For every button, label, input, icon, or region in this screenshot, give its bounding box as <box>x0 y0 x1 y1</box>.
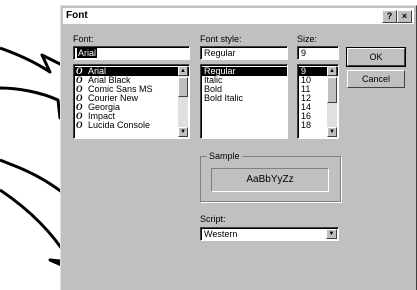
size-label: Size: <box>297 34 318 44</box>
scroll-up-icon[interactable]: ▲ <box>327 66 337 76</box>
sample-title: Sample <box>207 151 242 161</box>
font-item-label: Lucida Console <box>88 120 151 130</box>
font-list-scrollbar[interactable]: ▲ ▼ <box>178 66 188 137</box>
script-value: Western <box>204 229 238 239</box>
font-list[interactable]: O Arial O Arial Black O Comic Sans MS O Courier… <box>73 64 190 139</box>
font-label: Font: <box>73 34 94 44</box>
sample-group: Sample AaBbYyZz <box>200 151 341 202</box>
font-input-value: Arial <box>77 48 98 58</box>
size-list-scrollbar[interactable]: ▲ ▼ <box>327 66 337 137</box>
size-list[interactable]: 9 10 11 12 14 16 18 ▲ ▼ <box>297 64 339 139</box>
scroll-thumb[interactable] <box>178 77 188 97</box>
font-style-list[interactable]: Regular Italic Bold Bold Italic <box>200 64 288 139</box>
script-select[interactable]: Western ▼ <box>200 227 339 241</box>
scroll-down-icon[interactable]: ▼ <box>327 127 337 137</box>
size-input[interactable]: 9 <box>297 46 339 60</box>
dialog-title: Font <box>66 10 88 21</box>
font-style-label: Font style: <box>200 34 242 44</box>
script-label: Script: <box>200 214 226 224</box>
font-style-input[interactable]: Regular <box>200 46 288 60</box>
title-bar: Font ? × <box>63 8 414 24</box>
cancel-button[interactable]: Cancel <box>347 70 405 88</box>
font-dialog: Font ? × Font: Arial O Arial O Arial Black O… <box>60 5 417 290</box>
help-button[interactable]: ? <box>382 10 397 23</box>
opentype-font-icon: O <box>76 120 83 130</box>
scroll-up-icon[interactable]: ▲ <box>178 66 188 76</box>
font-style-item[interactable]: Bold Italic <box>201 94 287 103</box>
scroll-down-icon[interactable]: ▼ <box>178 127 188 137</box>
scroll-thumb[interactable] <box>327 77 337 103</box>
chevron-down-icon[interactable]: ▼ <box>326 229 337 239</box>
font-list-item[interactable]: O Lucida Console <box>74 121 189 130</box>
font-input[interactable]: Arial <box>73 46 190 60</box>
sample-preview: AaBbYyZz <box>211 168 329 192</box>
close-button[interactable]: × <box>397 10 412 23</box>
ok-button[interactable]: OK <box>346 47 406 67</box>
